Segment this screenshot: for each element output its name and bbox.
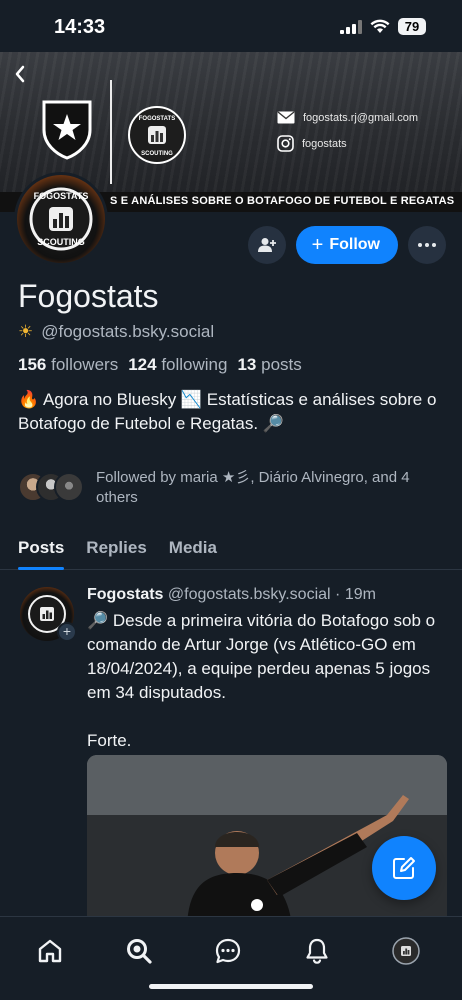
tab-posts[interactable]: Posts xyxy=(18,530,65,570)
post-header: Fogostats @fogostats.bsky.social · 19m xyxy=(87,586,457,604)
followed-by-avatars xyxy=(18,468,84,502)
instagram-icon xyxy=(277,135,294,152)
profile-stats: 156 followers 124 following 13 posts xyxy=(18,355,302,375)
compose-button[interactable] xyxy=(372,836,436,900)
profile-bio: 🔥 Agora no Bluesky 📉 Estatísticas e anál… xyxy=(18,390,437,433)
person-add-icon xyxy=(257,238,276,252)
nav-chat[interactable] xyxy=(208,931,248,971)
fogostats-logo: FOGOSTATS SCOUTING xyxy=(128,106,186,164)
banner-email-text: fogostats.rj@gmail.com xyxy=(303,111,419,124)
more-options-button[interactable] xyxy=(408,226,446,264)
profile-actions: + Follow xyxy=(247,226,446,264)
banner-instagram-text: fogostats xyxy=(302,137,347,150)
compose-icon xyxy=(393,857,415,879)
chevron-left-icon xyxy=(15,65,25,83)
handle-row: ☀ @fogostats.bsky.social xyxy=(18,322,214,342)
status-bar: 14:33 79 xyxy=(0,0,462,52)
post-author-handle: @fogostats.bsky.social xyxy=(167,586,331,603)
search-icon xyxy=(127,939,152,964)
svg-text:FOGOSTATS: FOGOSTATS xyxy=(34,191,89,201)
profile-tabs: Posts Replies Media xyxy=(0,530,462,570)
profile-avatar[interactable]: FOGOSTATS SCOUTING xyxy=(14,172,108,266)
plus-icon: + xyxy=(311,234,324,256)
more-horizontal-icon xyxy=(418,243,436,247)
botafogo-shield-icon xyxy=(42,100,92,160)
banner-email: fogostats.rj@gmail.com xyxy=(277,111,418,124)
wifi-icon xyxy=(370,19,390,33)
post-text: 🔎 Desde a primeira vitória do Botafogo s… xyxy=(87,611,436,750)
chat-icon xyxy=(215,938,241,964)
nav-home[interactable] xyxy=(30,931,70,971)
battery-indicator: 79 xyxy=(398,18,426,35)
avatar xyxy=(54,472,84,502)
handle-emoji: ☀ xyxy=(18,322,34,341)
status-time: 14:33 xyxy=(54,16,106,38)
nav-notifications[interactable] xyxy=(297,931,337,971)
follow-label: Follow xyxy=(329,236,380,253)
add-to-list-button[interactable] xyxy=(247,226,286,264)
banner-divider xyxy=(110,80,112,184)
followed-by-row[interactable]: Followed by maria ★彡, Diário Alvinegro, … xyxy=(18,468,448,508)
tab-media[interactable]: Media xyxy=(169,530,217,569)
bell-icon xyxy=(306,938,328,964)
posts-stat: 13 posts xyxy=(237,355,302,374)
post-separator: · xyxy=(330,586,345,603)
banner-tagline: S E ANÁLISES SOBRE O BOTAFOGO DE FUTEBOL… xyxy=(110,195,455,207)
profile-avatar-icon xyxy=(392,937,420,965)
home-icon xyxy=(38,939,62,963)
status-icons: 79 xyxy=(340,18,426,35)
following-stat[interactable]: 124 following xyxy=(128,355,227,375)
logo-text-top: FOGOSTATS xyxy=(139,116,175,122)
mail-icon xyxy=(277,111,295,124)
signal-icon xyxy=(340,19,362,34)
nav-profile[interactable] xyxy=(386,931,426,971)
followed-by-text: Followed by maria ★彡, Diário Alvinegro, … xyxy=(96,469,410,506)
home-indicator xyxy=(149,984,313,989)
followers-stat[interactable]: 156 followers xyxy=(18,355,118,375)
svg-text:SCOUTING: SCOUTING xyxy=(37,237,85,247)
logo-text-bottom: SCOUTING xyxy=(141,151,173,157)
display-name: Fogostats xyxy=(18,278,159,314)
banner-instagram: fogostats xyxy=(277,135,347,152)
back-button[interactable] xyxy=(8,60,32,84)
post-time: 19m xyxy=(344,586,376,603)
tab-replies[interactable]: Replies xyxy=(86,530,146,569)
follow-author-plus-icon[interactable]: + xyxy=(57,622,77,642)
profile-handle: @fogostats.bsky.social xyxy=(41,322,215,341)
post-author-name[interactable]: Fogostats xyxy=(87,586,163,603)
follow-button[interactable]: + Follow xyxy=(295,226,398,264)
nav-search[interactable] xyxy=(119,931,159,971)
